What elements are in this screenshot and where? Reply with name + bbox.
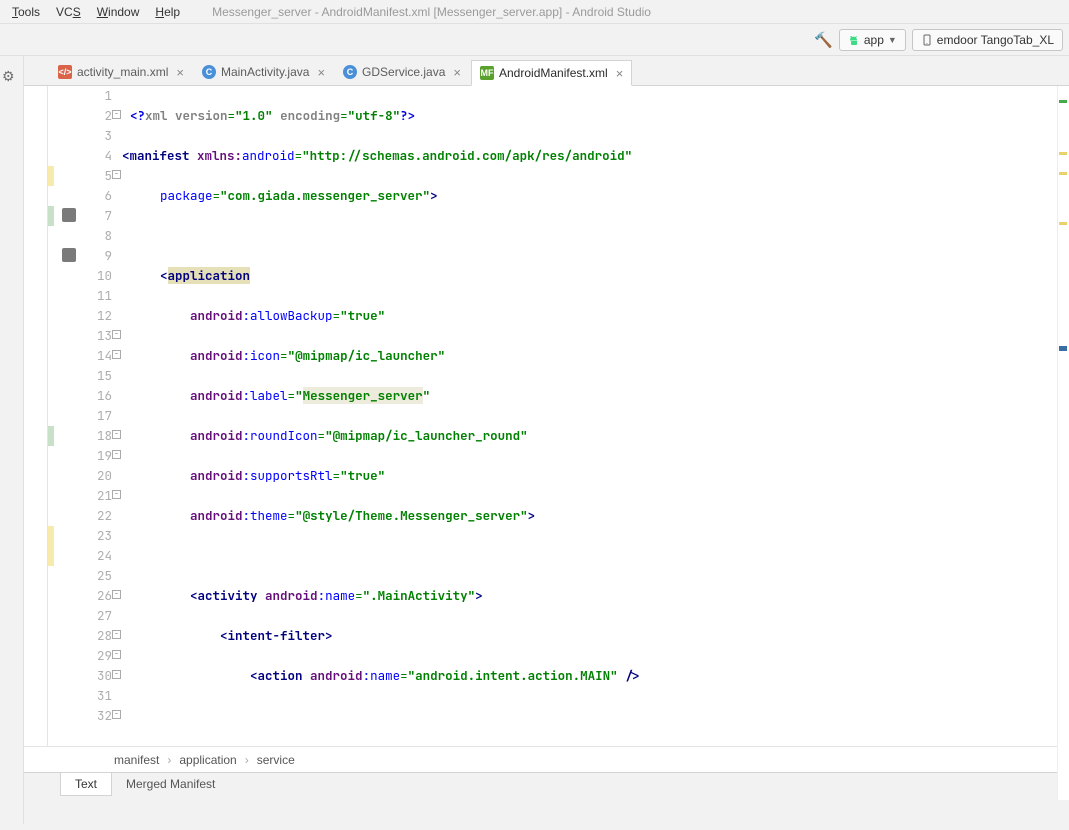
chevron-right-icon: › — [167, 753, 171, 767]
code-content[interactable]: <?xml version="1.0" encoding="utf-8"?> <… — [122, 86, 1069, 746]
build-icon[interactable]: 🔨 — [814, 31, 833, 49]
class-file-icon: C — [202, 65, 216, 79]
tab-androidmanifest[interactable]: MF AndroidManifest.xml × — [471, 60, 632, 86]
breadcrumb-item[interactable]: application — [179, 753, 236, 767]
tab-gdservice[interactable]: C GDService.java × — [335, 59, 469, 85]
toolbar: 🔨 app ▼ emdoor TangoTab_XL — [0, 24, 1069, 56]
code-editor[interactable]: 1 2− 3 4 5− 6 7 8 9 10 11 12 13− 14− 15 … — [24, 86, 1069, 746]
file-tabs-bar: </> activity_main.xml × C MainActivity.j… — [24, 56, 1069, 86]
breadcrumb-item[interactable]: manifest — [114, 753, 159, 767]
close-icon[interactable]: × — [176, 65, 184, 80]
tab-text[interactable]: Text — [60, 773, 112, 796]
chevron-right-icon: › — [245, 753, 249, 767]
menu-help[interactable]: Help — [147, 3, 188, 21]
tab-merged-manifest[interactable]: Merged Manifest — [112, 773, 229, 795]
window-title: Messenger_server - AndroidManifest.xml [… — [212, 5, 651, 19]
menu-window[interactable]: Window — [89, 3, 148, 21]
close-icon[interactable]: × — [453, 65, 461, 80]
xml-file-icon: </> — [58, 65, 72, 79]
manifest-file-icon: MF — [480, 66, 494, 80]
line-numbers: 1 2− 3 4 5− 6 7 8 9 10 11 12 13− 14− 15 … — [54, 86, 122, 746]
editor-bottom-tabs: Text Merged Manifest — [24, 772, 1069, 800]
tab-activity-main[interactable]: </> activity_main.xml × — [50, 59, 192, 85]
status-bar — [0, 824, 1069, 830]
menu-tools[interactable]: Tools — [4, 3, 48, 21]
chevron-down-icon: ▼ — [888, 35, 897, 45]
breadcrumb-item[interactable]: service — [257, 753, 295, 767]
image-gutter-icon[interactable] — [62, 208, 76, 222]
error-stripe[interactable] — [1057, 86, 1069, 746]
class-file-icon: C — [343, 65, 357, 79]
tab-mainactivity[interactable]: C MainActivity.java × — [194, 59, 333, 85]
left-tool-strip — [0, 56, 24, 830]
close-icon[interactable]: × — [616, 66, 624, 81]
breadcrumb[interactable]: manifest › application › service — [24, 746, 1069, 772]
gear-icon[interactable]: ⚙ — [2, 68, 15, 85]
close-icon[interactable]: × — [317, 65, 325, 80]
menu-vcs[interactable]: VCS — [48, 3, 89, 21]
device-dropdown[interactable]: emdoor TangoTab_XL — [912, 29, 1063, 51]
editor-area: 1 2− 3 4 5− 6 7 8 9 10 11 12 13− 14− 15 … — [24, 86, 1069, 800]
image-gutter-icon[interactable] — [62, 248, 76, 262]
run-config-dropdown[interactable]: app ▼ — [839, 29, 906, 51]
menu-bar[interactable]: Tools VCS Window Help Messenger_server -… — [0, 0, 1069, 24]
left-margin — [24, 86, 48, 746]
